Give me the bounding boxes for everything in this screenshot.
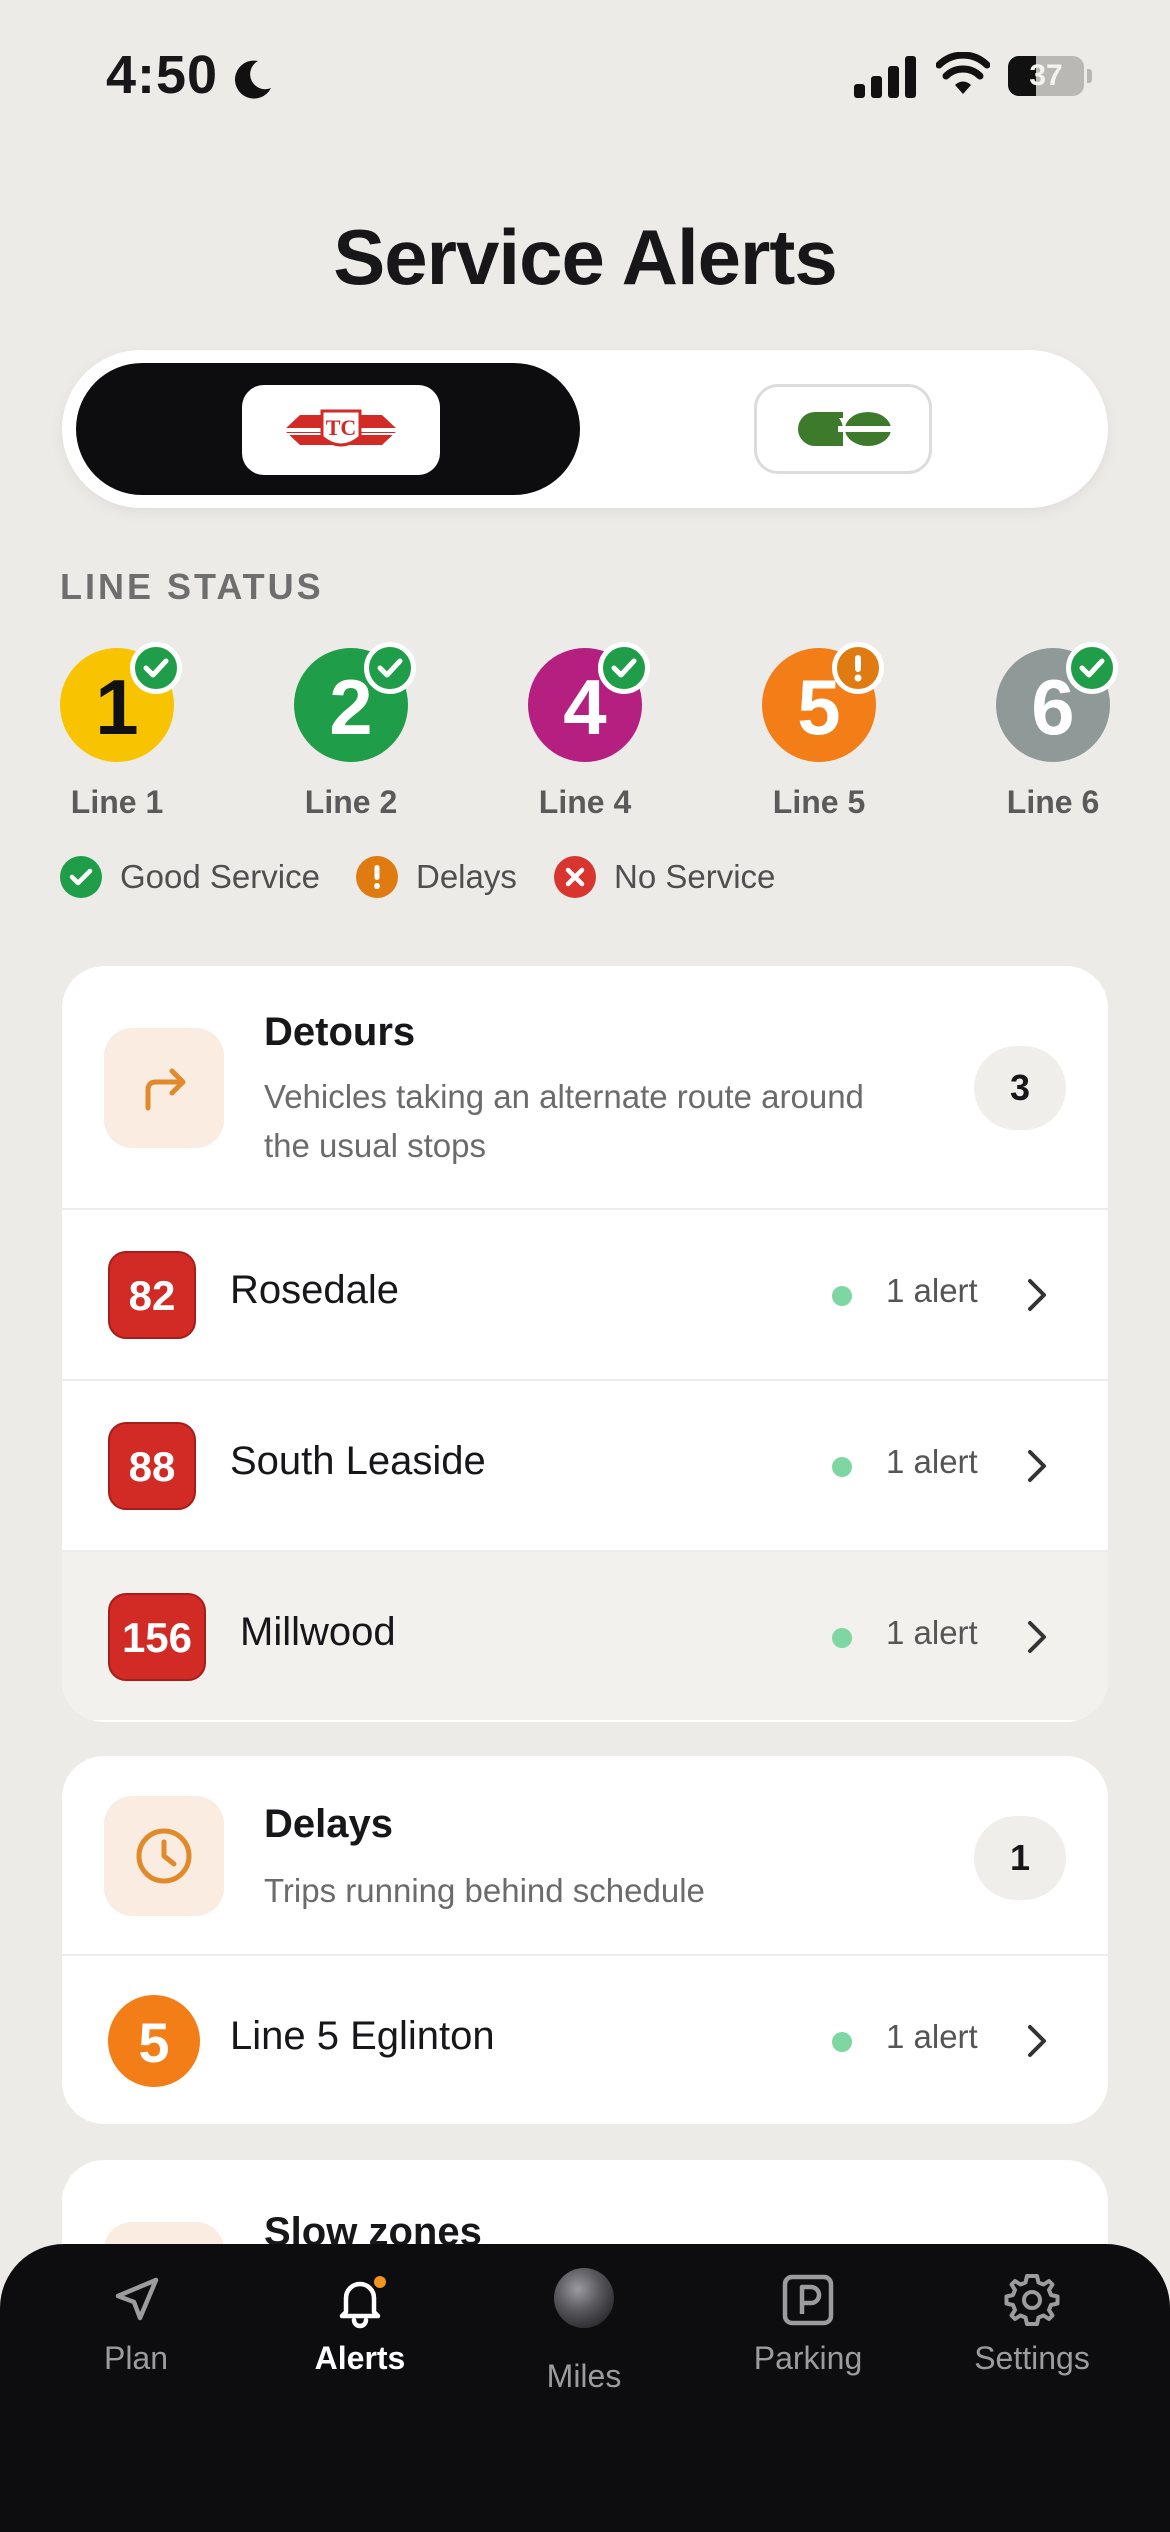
moon-icon: [234, 60, 271, 99]
delays-card: Delays Trips running behind schedule 1 5…: [62, 1756, 1108, 2124]
good-service-check-icon: [130, 642, 182, 694]
clock-icon: [104, 1796, 224, 1916]
line-status-line-4[interactable]: 4 Line 4: [528, 642, 650, 838]
alert-status-dot: [832, 2032, 852, 2052]
detour-route-row[interactable]: 82 Rosedale 1 alert: [62, 1208, 1108, 1378]
page-title: Service Alerts: [333, 213, 837, 301]
line-status-line-2[interactable]: 2 Line 2: [294, 642, 416, 838]
tab-settings-label: Settings: [974, 2340, 1090, 2376]
delays-header: Delays Trips running behind schedule 1: [62, 1756, 1108, 1956]
chevron-right-icon: [1028, 1450, 1046, 1482]
good-service-check-icon: [598, 642, 650, 694]
detours-count: 3: [974, 1046, 1066, 1130]
alert-count: 1 alert: [886, 1614, 978, 1651]
delays-title: Delays: [264, 1802, 393, 1846]
detour-route-row[interactable]: 88 South Leaside 1 alert: [62, 1379, 1108, 1549]
line-status-line-6[interactable]: 6 Line 6: [996, 642, 1118, 838]
line-2-label: Line 2: [304, 784, 398, 820]
battery-percent: 37: [1029, 59, 1063, 92]
alert-count: 1 alert: [886, 1272, 978, 1309]
delays-count: 1: [974, 1816, 1066, 1900]
legend-delays-label: Delays: [416, 858, 517, 895]
line-5-label: Line 5: [772, 784, 866, 820]
no-service-x-icon: [554, 856, 596, 898]
delays-alert-icon: [832, 642, 884, 694]
line-status-label: LINE STATUS: [60, 566, 324, 607]
good-service-check-icon: [1066, 642, 1118, 694]
line-5-badge: 5: [108, 1995, 200, 2087]
tab-miles-label: Miles: [546, 2358, 622, 2394]
alert-status-dot: [832, 1457, 852, 1477]
tab-parking[interactable]: Parking: [708, 2244, 908, 2444]
orb-icon: [554, 2268, 614, 2328]
detour-route-row[interactable]: 156 Millwood 1 alert: [62, 1550, 1108, 1720]
wifi-icon: [936, 52, 990, 94]
line-status-line-1[interactable]: 1 Line 1: [60, 642, 182, 838]
agency-switch: TC: [62, 350, 1108, 508]
detours-card: Detours Vehicles taking an alternate rou…: [62, 966, 1108, 1722]
alert-count: 1 alert: [886, 2018, 978, 2055]
alert-status-dot: [832, 1286, 852, 1306]
detours-subtitle: Vehicles taking an alternate route aroun…: [264, 1078, 864, 1164]
line-1-label: Line 1: [70, 784, 164, 820]
tab-alerts-label: Alerts: [314, 2340, 406, 2376]
svg-text:TC: TC: [326, 415, 357, 440]
legend-good-service-label: Good Service: [120, 858, 320, 895]
route-badge: 156: [108, 1593, 206, 1681]
tab-miles[interactable]: Miles: [484, 2244, 684, 2444]
tab-settings[interactable]: Settings: [932, 2244, 1132, 2444]
delay-route-row[interactable]: 5 Line 5 Eglinton 1 alert: [62, 1954, 1108, 2124]
line-6-label: Line 6: [1006, 784, 1100, 820]
legend-no-service-label: No Service: [614, 858, 776, 895]
agency-option-ttc[interactable]: TC: [76, 363, 580, 495]
detours-header: Detours Vehicles taking an alternate rou…: [62, 966, 1108, 1210]
status-bar: 4:50 37: [0, 0, 1170, 150]
detours-title: Detours: [264, 1010, 416, 1054]
parking-icon: [782, 2274, 834, 2326]
route-badge: 82: [108, 1251, 196, 1339]
line-4-label: Line 4: [538, 784, 632, 820]
tab-plan[interactable]: Plan: [36, 2244, 236, 2444]
good-service-check-icon: [60, 856, 102, 898]
chevron-right-icon: [1028, 1621, 1046, 1653]
delays-alert-icon: [356, 856, 398, 898]
route-name: South Leaside: [230, 1439, 486, 1483]
detour-arrow-icon: [104, 1028, 224, 1148]
line-status-line-5[interactable]: 5 Line 5: [762, 642, 884, 838]
status-time: 4:50: [106, 45, 219, 105]
delays-subtitle: Trips running behind schedule: [264, 1872, 705, 1909]
tab-parking-label: Parking: [753, 2340, 863, 2376]
route-name: Line 5 Eglinton: [230, 2014, 495, 2058]
navigation-arrow-icon: [115, 2277, 159, 2321]
chevron-right-icon: [1028, 2025, 1046, 2057]
tab-alerts[interactable]: Alerts: [260, 2244, 460, 2444]
route-name: Rosedale: [230, 1268, 400, 1312]
chevron-right-icon: [1028, 1279, 1046, 1311]
battery-indicator: 37: [1008, 56, 1092, 96]
bell-icon: [339, 2276, 386, 2329]
good-service-check-icon: [364, 642, 416, 694]
go-transit-logo: [798, 412, 893, 446]
gear-icon: [1004, 2274, 1060, 2326]
route-badge: 88: [108, 1422, 196, 1510]
route-name: Millwood: [240, 1610, 396, 1654]
tab-bar: Plan Alerts Miles Parking Settings: [0, 2244, 1170, 2532]
tab-plan-label: Plan: [103, 2340, 169, 2376]
alert-count: 1 alert: [886, 1443, 978, 1480]
alert-status-dot: [832, 1628, 852, 1648]
ttc-logo: TC: [242, 385, 440, 475]
agency-option-go[interactable]: [754, 384, 932, 474]
cellular-signal-icon: [854, 56, 916, 98]
